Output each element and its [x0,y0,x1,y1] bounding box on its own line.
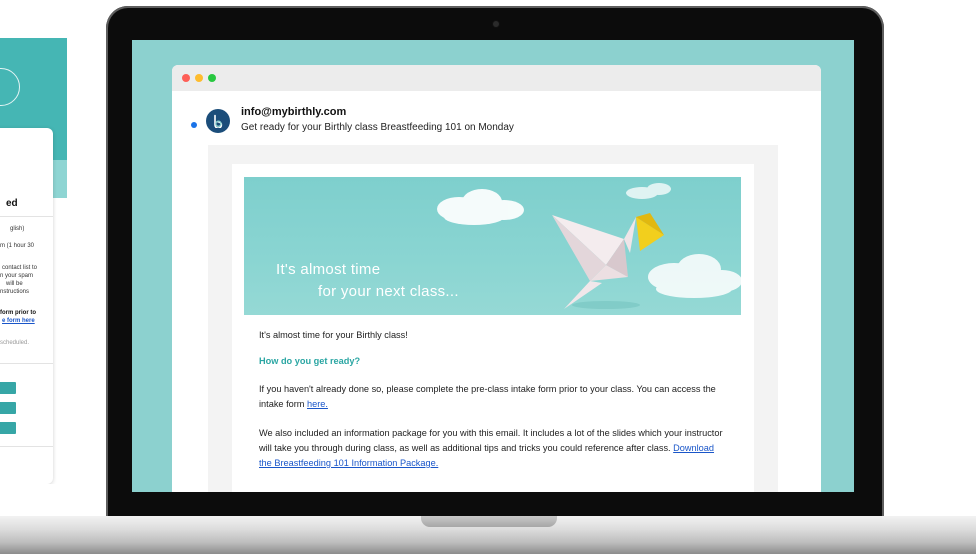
email-subject: Get ready for your Birthly class Breastf… [241,122,514,133]
divider [0,446,53,447]
sender-avatar [206,109,230,133]
camera-icon [493,21,499,27]
laptop-screen: info@mybirthly.com Get ready for your Bi… [132,40,854,492]
card-line: n your spam [0,273,34,279]
window-titlebar [172,65,821,91]
package-paragraph: We also included an information package … [259,426,729,471]
intake-paragraph: If you haven't already done so, please c… [259,382,729,412]
card-line: form prior to [0,310,36,316]
zoom-window-button[interactable] [208,74,216,82]
divider [0,363,53,364]
email-window: info@mybirthly.com Get ready for your Bi… [172,65,821,492]
hero-heading-line1: It's almost time [276,261,381,278]
hero-banner: It's almost time for your next class... [244,177,741,315]
action-button[interactable] [0,382,16,394]
action-button[interactable] [0,422,16,434]
card-line: scheduled. [0,340,30,346]
laptop-notch [421,516,557,527]
sender-address: info@mybirthly.com [241,106,347,118]
card-line: nstructions [0,289,30,295]
card-line: glish) [10,226,25,232]
intake-form-link[interactable]: e form here [2,318,35,324]
secondary-screen: ed glish) m (1 hour 30 contact list to n… [0,38,67,484]
card-line: contact list to [2,265,38,271]
hero-heading-line2: for your next class... [318,283,459,300]
message-body: It's almost time for your next class... … [232,164,754,492]
intro-text: It's almost time for your Birthly class! [259,330,408,340]
minimize-window-button[interactable] [195,74,203,82]
section-heading: How do you get ready? [259,356,361,366]
action-button[interactable] [0,402,16,414]
unread-indicator [191,122,197,128]
card-line: m (1 hour 30 [0,243,35,249]
card-title: ed [6,198,18,209]
close-window-button[interactable] [182,74,190,82]
card-line: will be [6,281,23,287]
class-details-card: ed glish) m (1 hour 30 contact list to n… [0,128,53,484]
divider [0,216,53,217]
message-area: It's almost time for your next class... … [208,145,778,492]
package-paragraph-text: We also included an information package … [259,428,723,453]
intake-form-link[interactable]: here. [307,399,328,409]
birthly-logo-icon [214,114,223,128]
